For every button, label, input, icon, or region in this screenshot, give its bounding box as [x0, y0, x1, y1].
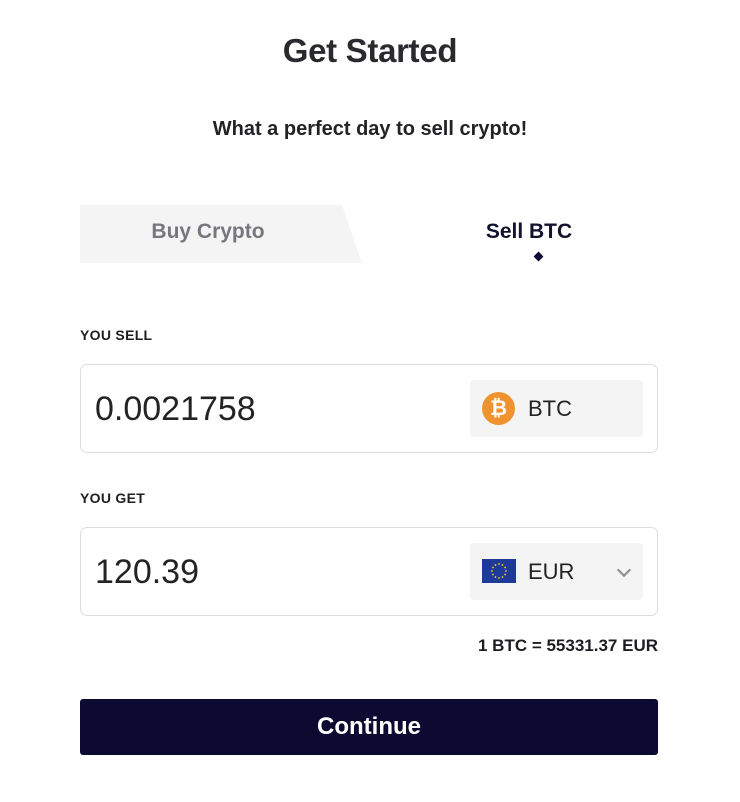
eu-flag-icon: [482, 559, 516, 583]
you-sell-label: YOU SELL: [80, 327, 153, 343]
tab-sell-btc[interactable]: Sell BTC: [400, 205, 658, 263]
active-tab-indicator: [533, 251, 544, 262]
get-amount-input[interactable]: [95, 550, 455, 594]
sell-currency-selector[interactable]: ₿ BTC: [470, 380, 643, 437]
page: Get Started What a perfect day to sell c…: [0, 0, 740, 802]
exchange-rate: 1 BTC = 55331.37 EUR: [477, 636, 658, 655]
bitcoin-icon: ₿: [482, 392, 515, 425]
sell-currency-code: BTC: [528, 396, 572, 421]
get-currency-selector[interactable]: EUR: [470, 543, 643, 600]
get-currency-code: EUR: [528, 559, 575, 584]
you-get-label: YOU GET: [80, 490, 146, 506]
sell-amount-input[interactable]: [95, 387, 455, 431]
tab-buy-crypto-label: Buy Crypto: [151, 220, 265, 243]
chevron-down-icon[interactable]: [616, 562, 632, 578]
continue-button[interactable]: Continue: [80, 699, 658, 755]
tab-sell-btc-label: Sell BTC: [485, 220, 573, 243]
page-subtitle: What a perfect day to sell crypto!: [212, 118, 528, 140]
tab-bar: Buy Crypto Sell BTC: [80, 205, 658, 263]
get-amount-box: EUR: [80, 527, 658, 616]
page-title: Get Started: [282, 32, 458, 69]
sell-amount-box: ₿ BTC: [80, 364, 658, 453]
tab-buy-crypto[interactable]: Buy Crypto: [80, 205, 362, 263]
